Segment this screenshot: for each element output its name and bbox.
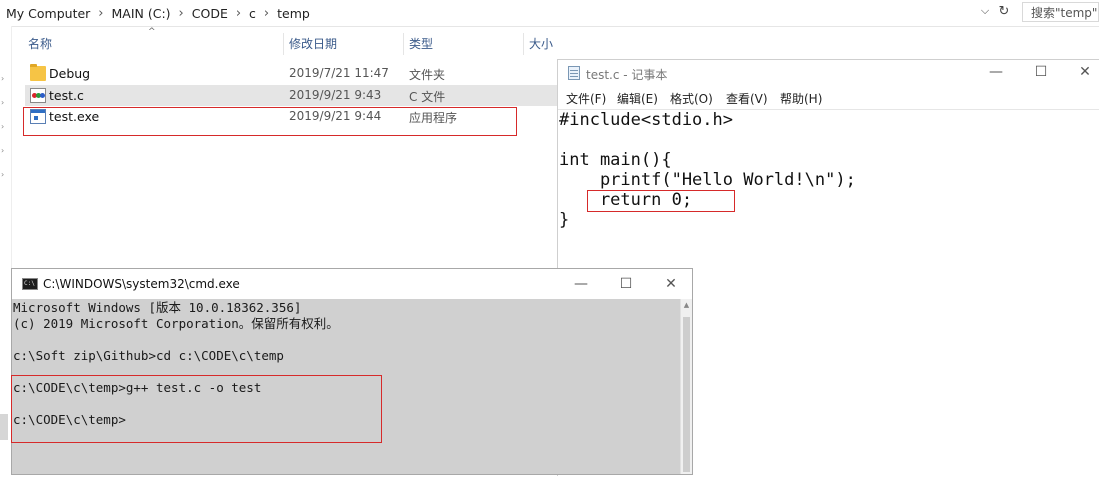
menu-file[interactable]: 文件(F) <box>566 90 606 107</box>
close-button[interactable]: ✕ <box>657 272 685 296</box>
notepad-title: test.c - 记事本 <box>586 68 668 82</box>
search-input[interactable]: 搜索"temp" <box>1022 2 1099 22</box>
column-header-name[interactable]: 名称 <box>28 33 52 55</box>
chevron-right-icon[interactable]: › <box>96 6 105 21</box>
file-modified: 2019/7/21 11:47 <box>289 66 389 80</box>
column-header-size[interactable]: 大小 <box>529 33 553 55</box>
menu-help[interactable]: 帮助(H) <box>780 90 822 107</box>
console-line: c:\Soft zip\Github>cd c:\CODE\c\temp <box>13 348 284 363</box>
file-name: test.c <box>49 88 84 103</box>
notepad-titlebar[interactable]: test.c - 记事本 — ☐ ✕ <box>558 60 1099 88</box>
sort-ascending-icon: ^ <box>148 27 156 37</box>
breadcrumb-code[interactable]: CODE <box>186 6 234 21</box>
expand-arrow-icon[interactable]: › <box>1 98 4 107</box>
minimize-button[interactable]: — <box>982 60 1010 84</box>
console-line: (c) 2019 Microsoft Corporation。保留所有权利。 <box>13 316 339 331</box>
file-modified: 2019/9/21 9:43 <box>289 88 382 102</box>
expand-arrow-icon[interactable]: › <box>1 146 4 155</box>
breadcrumb-temp[interactable]: temp <box>271 6 316 21</box>
console-scrollbar[interactable]: ▲ <box>680 299 692 474</box>
highlight-box-return <box>587 190 735 212</box>
menu-view[interactable]: 查看(V) <box>726 90 768 107</box>
breadcrumb-c[interactable]: c <box>243 6 262 21</box>
code-line: printf("Hello World!\n"); <box>559 170 856 190</box>
address-bar[interactable]: My Computer › MAIN (C:) › CODE › c › tem… <box>0 0 1099 27</box>
chevron-right-icon[interactable]: › <box>177 6 186 21</box>
column-divider[interactable] <box>523 33 524 55</box>
notepad-icon <box>568 66 580 80</box>
expand-arrow-icon[interactable]: › <box>1 74 4 83</box>
notepad-menubar: 文件(F) 编辑(E) 格式(O) 查看(V) 帮助(H) <box>558 88 1099 108</box>
chevron-right-icon[interactable]: › <box>234 6 243 21</box>
breadcrumb-my-computer[interactable]: My Computer <box>0 6 96 21</box>
console-line: Microsoft Windows [版本 10.0.18362.356] <box>13 300 302 315</box>
menu-format[interactable]: 格式(O) <box>670 90 713 107</box>
file-type: C 文件 <box>409 90 446 104</box>
cmd-title: C:\WINDOWS\system32\cmd.exe <box>43 277 240 291</box>
c-source-file-icon <box>30 88 46 103</box>
console-icon: C:\ <box>22 278 38 290</box>
highlight-box-compile <box>11 375 382 443</box>
cmd-titlebar[interactable]: C:\ C:\WINDOWS\system32\cmd.exe — ☐ ✕ <box>12 269 692 299</box>
code-line: } <box>559 210 570 230</box>
scroll-up-icon[interactable]: ▲ <box>681 301 692 309</box>
menu-edit[interactable]: 编辑(E) <box>617 90 658 107</box>
column-divider[interactable] <box>283 33 284 55</box>
close-button[interactable]: ✕ <box>1071 60 1099 84</box>
file-row-test-c[interactable]: test.c 2019/9/21 9:43 C 文件 <box>25 85 558 106</box>
maximize-button[interactable]: ☐ <box>1027 60 1055 84</box>
cmd-window[interactable]: C:\ C:\WINDOWS\system32\cmd.exe — ☐ ✕ Mi… <box>11 268 693 475</box>
maximize-button[interactable]: ☐ <box>612 272 640 296</box>
scrollbar-thumb[interactable] <box>683 317 690 472</box>
expand-arrow-icon[interactable]: › <box>1 170 4 179</box>
column-header-modified[interactable]: 修改日期 <box>289 33 337 55</box>
refresh-icon[interactable]: ↻ <box>995 4 1013 22</box>
expand-arrow-icon[interactable]: › <box>1 122 4 131</box>
column-divider[interactable] <box>403 33 404 55</box>
folder-icon <box>30 64 46 81</box>
breadcrumb: My Computer › MAIN (C:) › CODE › c › tem… <box>0 4 316 22</box>
file-row-debug[interactable]: Debug 2019/7/21 11:47 文件夹 <box>25 63 558 84</box>
highlight-box-exe <box>23 107 517 136</box>
minimize-button[interactable]: — <box>567 272 595 296</box>
code-line: #include<stdio.h> <box>559 110 733 130</box>
breadcrumb-main-drive[interactable]: MAIN (C:) <box>106 6 177 21</box>
file-name: Debug <box>49 66 91 81</box>
code-line: int main(){ <box>559 150 672 170</box>
column-header-type[interactable]: 类型 <box>409 33 433 55</box>
chevron-down-icon[interactable]: ⌵ <box>978 4 992 22</box>
navigation-scrollbar[interactable] <box>0 414 8 440</box>
chevron-right-icon[interactable]: › <box>262 6 271 21</box>
file-type: 文件夹 <box>409 68 446 82</box>
